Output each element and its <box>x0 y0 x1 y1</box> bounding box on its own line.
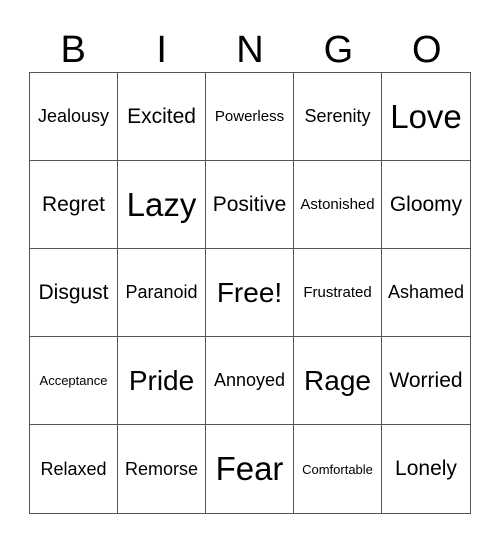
bingo-grid: Jealousy Excited Powerless Serenity Love Regr… <box>29 72 471 514</box>
bingo-cell[interactable]: Remorse <box>118 425 206 513</box>
bingo-cell[interactable]: Pride <box>118 337 206 425</box>
header-letter-b: B <box>60 29 86 71</box>
bingo-cell[interactable]: Annoyed <box>206 337 294 425</box>
bingo-cell[interactable]: Lonely <box>382 425 470 513</box>
header-letter-n: N <box>236 29 264 71</box>
bingo-cell[interactable]: Love <box>382 73 470 161</box>
bingo-cell[interactable]: Lazy <box>118 161 206 249</box>
bingo-cell[interactable]: Disgust <box>30 249 118 337</box>
bingo-cell[interactable]: Excited <box>118 73 206 161</box>
header-letter-g: G <box>323 29 354 71</box>
bingo-cell[interactable]: Gloomy <box>382 161 470 249</box>
bingo-cell[interactable]: Relaxed <box>30 425 118 513</box>
bingo-cell[interactable]: Astonished <box>294 161 382 249</box>
bingo-cell[interactable]: Rage <box>294 337 382 425</box>
bingo-cell[interactable]: Powerless <box>206 73 294 161</box>
header-letter-i: I <box>156 29 167 71</box>
bingo-cell[interactable]: Worried <box>382 337 470 425</box>
bingo-cell[interactable]: Positive <box>206 161 294 249</box>
bingo-cell[interactable]: Paranoid <box>118 249 206 337</box>
bingo-cell[interactable]: Acceptance <box>30 337 118 425</box>
header-letter-o: O <box>412 29 442 71</box>
bingo-cell[interactable]: Regret <box>30 161 118 249</box>
bingo-cell[interactable]: Fear <box>206 425 294 513</box>
bingo-cell[interactable]: Comfortable <box>294 425 382 513</box>
bingo-cell[interactable]: Serenity <box>294 73 382 161</box>
bingo-cell[interactable]: Ashamed <box>382 249 470 337</box>
bingo-cell[interactable]: Jealousy <box>30 73 118 161</box>
bingo-header: B I N G O <box>29 28 471 72</box>
bingo-cell[interactable]: Free! <box>206 249 294 337</box>
bingo-cell[interactable]: Frustrated <box>294 249 382 337</box>
